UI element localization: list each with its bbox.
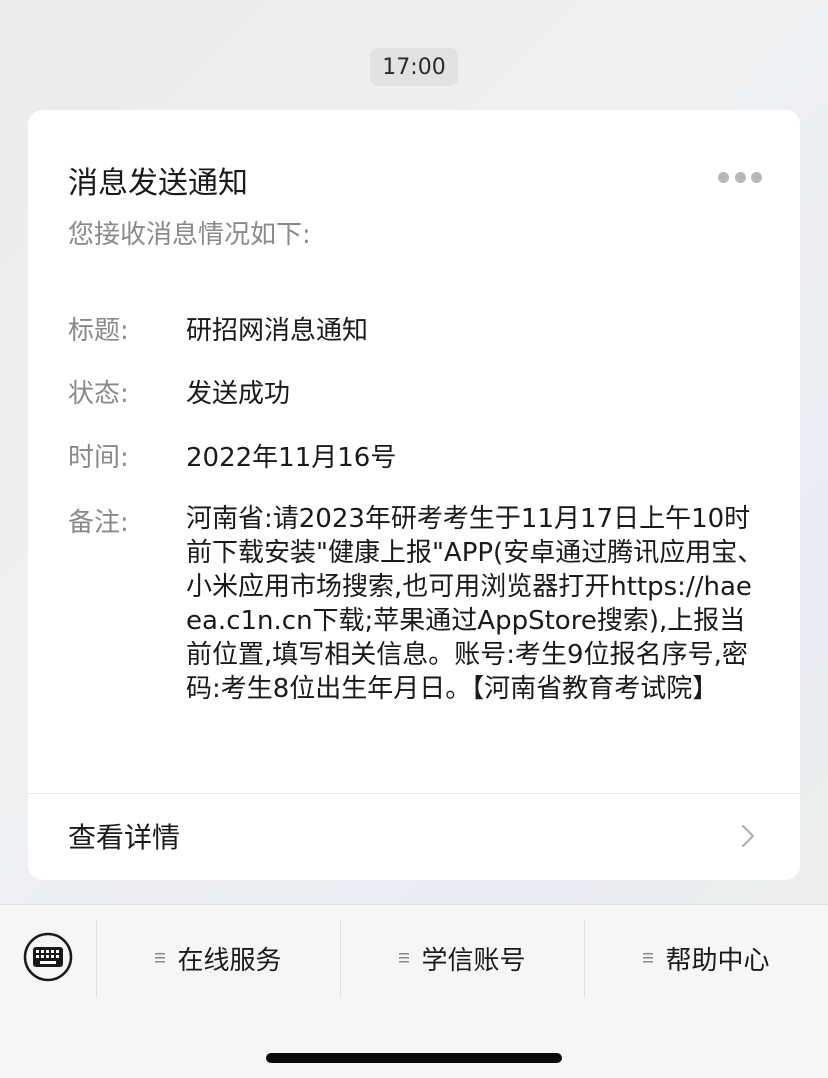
menu-lines-icon <box>155 953 166 963</box>
menu-xuexin-account[interactable]: 学信账号 <box>341 919 584 997</box>
chevron-right-icon <box>741 824 755 848</box>
menu-lines-icon <box>399 953 410 963</box>
title-label: 标题: <box>68 316 129 346</box>
status-value: 发送成功 <box>186 379 291 409</box>
home-indicator[interactable] <box>266 1053 562 1063</box>
view-details-button[interactable]: 查看详情 <box>28 794 800 880</box>
notification-card: 消息发送通知 您接收消息情况如下: 标题: 研招网消息通知 状态: 发送成功 时… <box>28 110 800 880</box>
card-title: 消息发送通知 <box>68 166 248 201</box>
menu-help-center[interactable]: 帮助中心 <box>585 919 828 997</box>
card-subtitle: 您接收消息情况如下: <box>68 220 311 250</box>
menu-xuexin-account-label: 学信账号 <box>421 945 526 976</box>
view-details-label: 查看详情 <box>68 821 181 854</box>
title-value: 研招网消息通知 <box>186 316 369 346</box>
time-value: 2022年11月16号 <box>186 443 397 473</box>
time-label: 时间: <box>68 443 129 473</box>
menu-online-service[interactable]: 在线服务 <box>97 919 340 997</box>
menu-help-center-label: 帮助中心 <box>665 945 770 976</box>
menu-lines-icon <box>643 953 654 963</box>
status-label: 状态: <box>68 379 129 409</box>
note-label: 备注: <box>68 508 129 538</box>
bottom-menu-bar: 在线服务 学信账号 帮助中心 <box>0 904 828 1078</box>
more-dots-icon[interactable] <box>718 170 762 184</box>
message-timestamp: 17:00 <box>370 48 458 86</box>
keyboard-icon[interactable] <box>22 931 74 983</box>
note-value: 河南省:请2023年研考考生于11月17日上午10时前下载安装"健康上报"APP… <box>186 504 764 704</box>
menu-online-service-label: 在线服务 <box>177 945 282 976</box>
